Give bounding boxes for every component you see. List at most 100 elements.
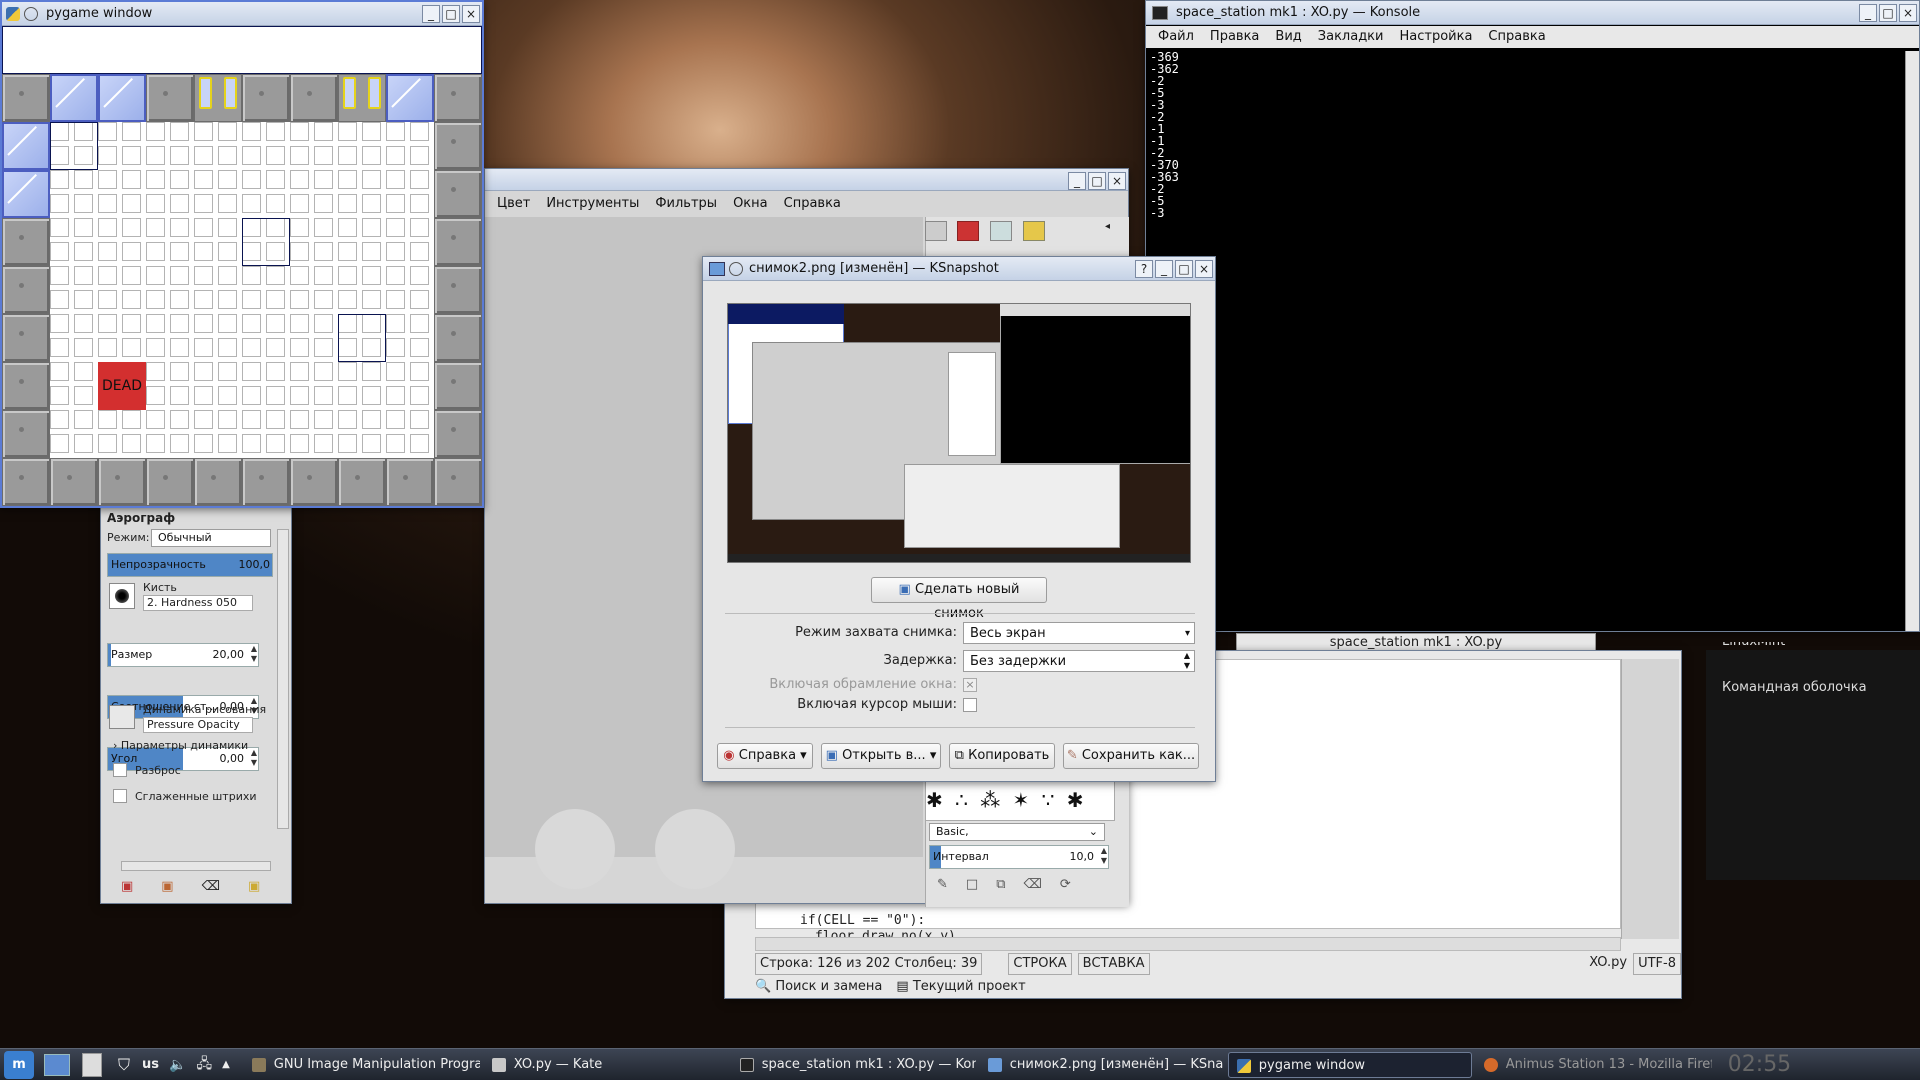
refresh-brushes-icon[interactable]: ⟳ — [1060, 877, 1071, 897]
restore-options-icon[interactable]: ▣ — [161, 879, 173, 894]
brushes-preview[interactable]: ✱ ∴ ⁂ ✶ ∵ ✱ — [925, 781, 1115, 821]
task-firefox[interactable]: Animus Station 13 - Mozilla Firefox — [1476, 1052, 1712, 1078]
floor-tile — [74, 338, 93, 357]
copy-button[interactable]: ⧉ Копировать — [949, 743, 1055, 769]
close-icon[interactable]: × — [1195, 260, 1213, 278]
dynamics-icon[interactable] — [109, 705, 135, 729]
wall-tile — [434, 170, 482, 218]
opacity-spinner[interactable]: Непрозрачность 100,0 — [107, 553, 273, 577]
terminal-output[interactable]: -369 -362 -2 -5 -3 -2 -1 -1 -2 -370 -363 -2 -5 -3 — [1150, 51, 1900, 261]
delay-spinner[interactable]: Без задержки ▲ ▼ — [963, 650, 1195, 672]
include-cursor-checkbox[interactable] — [963, 698, 977, 712]
size-spinner[interactable]: Размер 20,00 ▲ ▼ — [107, 643, 259, 667]
gimp-menu-windows[interactable]: Окна — [733, 193, 768, 215]
floor-tile — [290, 146, 309, 165]
file-encoding[interactable]: UTF-8 — [1633, 953, 1681, 975]
new-snapshot-button[interactable]: ▣ Сделать новый снимок — [871, 577, 1047, 621]
close-icon[interactable]: × — [1899, 4, 1917, 22]
konsole-menu-view[interactable]: Вид — [1275, 26, 1301, 48]
help-icon[interactable]: ? — [1135, 260, 1153, 278]
dynamics-name-field[interactable]: Pressure Opacity — [143, 717, 253, 733]
desktop-icon[interactable] — [44, 1053, 70, 1076]
pygame-titlebar[interactable]: pygame window _ □ × — [2, 2, 482, 26]
konsole-menu-help[interactable]: Справка — [1488, 26, 1545, 48]
game-field[interactable]: DEAD — [2, 26, 482, 508]
close-icon[interactable]: × — [1108, 172, 1126, 190]
new-brush-icon[interactable]: □ — [966, 877, 978, 897]
duplicate-brush-icon[interactable]: ⧉ — [996, 877, 1005, 897]
gimp-menu-filters[interactable]: Фильтры — [655, 193, 717, 215]
side-panel-item-shell[interactable]: Командная оболочка — [1722, 680, 1867, 695]
gimp-menu-tools[interactable]: Инструменты — [546, 193, 639, 215]
scatter-checkbox[interactable]: Разброс — [113, 763, 181, 777]
brush-preview-icon[interactable] — [109, 583, 135, 609]
konsole-menu-file[interactable]: Файл — [1158, 26, 1194, 48]
help-button[interactable]: ◉ Справка ▾ — [717, 743, 813, 769]
konsole-menu-edit[interactable]: Правка — [1210, 26, 1259, 48]
insert-mode[interactable]: ВСТАВКА — [1077, 953, 1150, 975]
undo-tab-icon[interactable] — [1023, 221, 1045, 241]
delete-brush-icon[interactable]: ⌫ — [1024, 877, 1042, 897]
layers-tab-icon[interactable] — [925, 221, 947, 241]
maximize-icon[interactable]: □ — [442, 5, 460, 23]
kate-hscrollbar[interactable] — [755, 937, 1621, 951]
task-gimp[interactable]: GNU Image Manipulation Program — [244, 1052, 480, 1078]
snapshot-preview[interactable] — [727, 303, 1191, 563]
gimp-menu-help[interactable]: Справка — [784, 193, 841, 215]
window-menu-icon[interactable] — [729, 262, 743, 276]
clock[interactable]: 02:55 — [1728, 1052, 1794, 1077]
minimize-icon[interactable]: _ — [1859, 4, 1877, 22]
side-panel-item-linuxmint[interactable]: LinuxMint — [1722, 642, 1785, 652]
include-decorations-checkbox[interactable]: × — [963, 678, 977, 692]
window-menu-icon[interactable] — [24, 7, 38, 21]
volume-icon[interactable]: 🔈 — [169, 1057, 186, 1073]
edit-mode[interactable]: СТРОКА — [1008, 953, 1072, 975]
save-as-button[interactable]: ✎ Сохранить как... — [1063, 743, 1199, 769]
maximize-icon[interactable]: □ — [1175, 260, 1193, 278]
task-konsole[interactable]: space_station mk1 : XO.py — Konsole — [732, 1052, 976, 1078]
channels-tab-icon[interactable] — [957, 221, 979, 241]
brush-interval-spinner[interactable]: Интервал 10,0 ▲ ▼ — [929, 845, 1109, 869]
paths-tab-icon[interactable] — [990, 221, 1012, 241]
tool-options-vscroll[interactable] — [277, 529, 289, 829]
shield-icon[interactable]: ⛉ — [118, 1055, 130, 1075]
konsole-menu-settings[interactable]: Настройка — [1399, 26, 1472, 48]
delete-options-icon[interactable]: ⌫ — [202, 879, 220, 894]
konsole-menu-bookmarks[interactable]: Закладки — [1318, 26, 1384, 48]
brush-name-field[interactable]: 2. Hardness 050 — [143, 595, 253, 611]
mode-select[interactable]: Обычный — [151, 529, 271, 547]
dock-config-icon[interactable]: ◂ — [1105, 221, 1110, 232]
open-with-button[interactable]: ▣ Открыть в... ▾ — [821, 743, 941, 769]
floor-tile — [98, 410, 117, 429]
task-ksnapshot[interactable]: снимок2.png [изменён] — KSnapshot — [980, 1052, 1224, 1078]
minimize-icon[interactable]: _ — [422, 5, 440, 23]
maximize-icon[interactable]: □ — [1879, 4, 1897, 22]
gimp-titlebar[interactable]: _ □ × — [485, 169, 1128, 191]
brush-preset-select[interactable]: Basic, ⌄ — [929, 823, 1105, 841]
network-icon[interactable]: 🖧 — [196, 1053, 212, 1077]
ksnapshot-titlebar[interactable]: снимок2.png [изменён] — KSnapshot ? _ □ × — [703, 257, 1215, 281]
save-options-icon[interactable]: ▣ — [121, 879, 133, 894]
minimize-icon[interactable]: _ — [1155, 260, 1173, 278]
search-replace-tab[interactable]: 🔍 Поиск и замена — [755, 977, 882, 997]
close-icon[interactable]: × — [462, 5, 480, 23]
konsole-titlebar[interactable]: space_station mk1 : XO.py — Konsole _ □ × — [1146, 1, 1919, 25]
kate-minimap[interactable] — [1621, 659, 1679, 939]
capture-mode-select[interactable]: Весь экран ▾ — [963, 622, 1195, 644]
minimize-icon[interactable]: _ — [1068, 172, 1086, 190]
file-manager-icon[interactable] — [82, 1052, 102, 1077]
tray-expand-icon[interactable]: ▲ — [222, 1059, 230, 1070]
start-menu-icon[interactable]: m — [4, 1050, 34, 1079]
edit-brush-icon[interactable]: ✎ — [937, 877, 948, 897]
current-project-tab[interactable]: ▤ Текущий проект — [896, 977, 1025, 997]
smooth-stroke-checkbox[interactable]: Сглаженные штрихи — [113, 789, 257, 803]
task-pygame[interactable]: pygame window — [1227, 1051, 1472, 1078]
dynamics-options-expander[interactable]: › Параметры динамики — [113, 739, 248, 752]
keyboard-layout[interactable]: us — [142, 1057, 159, 1072]
reset-options-icon[interactable]: ▣ — [248, 879, 260, 894]
task-kate[interactable]: XO.py — Kate — [484, 1052, 728, 1078]
terminal-scrollbar[interactable] — [1905, 51, 1919, 631]
gimp-menu-color[interactable]: Цвет — [497, 193, 530, 215]
tool-options-hscroll[interactable] — [121, 861, 271, 871]
maximize-icon[interactable]: □ — [1088, 172, 1106, 190]
